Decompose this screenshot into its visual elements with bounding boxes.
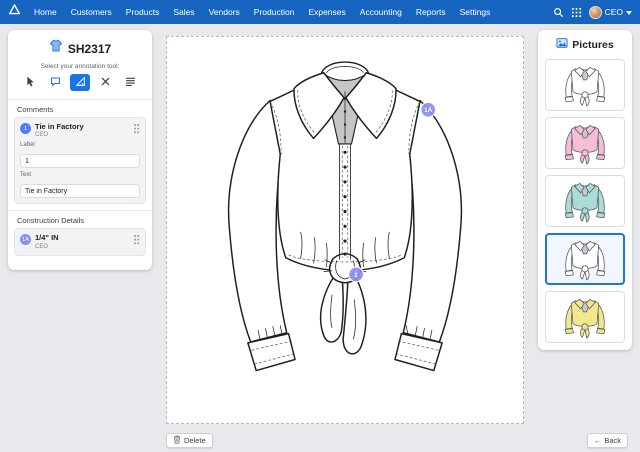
back-arrow-icon: ← bbox=[593, 436, 602, 445]
comment-item[interactable]: 1 Tie in Factory CEO Label Text bbox=[14, 117, 146, 205]
nav-products[interactable]: Products bbox=[119, 0, 167, 24]
comment-tool-button[interactable] bbox=[45, 74, 65, 91]
speech-bubble-icon bbox=[50, 75, 61, 90]
nav-expenses[interactable]: Expenses bbox=[301, 0, 352, 24]
trash-icon bbox=[173, 435, 181, 446]
chevron-down-icon bbox=[626, 7, 632, 17]
main-menu: Home Customers Products Sales Vendors Pr… bbox=[27, 0, 497, 24]
triangle-logo-icon bbox=[8, 3, 21, 21]
comment-badge: 1 bbox=[20, 123, 31, 134]
nav-production[interactable]: Production bbox=[247, 0, 302, 24]
annotation-toolbar bbox=[8, 74, 152, 97]
construction-heading: Construction Details bbox=[17, 216, 85, 226]
pictures-heading: Pictures bbox=[572, 39, 614, 51]
details-tool-button[interactable] bbox=[120, 74, 140, 91]
construction-badge: 1A bbox=[20, 234, 31, 246]
artboard[interactable]: 1A 1 bbox=[166, 36, 524, 424]
comment-title: Tie in Factory bbox=[35, 122, 84, 131]
app-logo[interactable] bbox=[8, 3, 21, 21]
measure-tool-button[interactable] bbox=[70, 74, 90, 91]
ruler-icon bbox=[75, 75, 86, 90]
svg-text:1A: 1A bbox=[424, 108, 432, 114]
pictures-panel: Pictures bbox=[538, 30, 632, 350]
shirt-icon bbox=[49, 39, 63, 58]
construction-item[interactable]: 1A 1/4" IN CEO bbox=[14, 228, 146, 256]
annotation-marker-1[interactable]: 1 bbox=[348, 266, 365, 283]
text-field-label: Text bbox=[20, 172, 32, 179]
picture-thumb-teal[interactable] bbox=[545, 175, 625, 227]
style-number: SH2317 bbox=[67, 41, 112, 56]
picture-thumb-sketch[interactable] bbox=[545, 59, 625, 111]
user-menu[interactable]: CEO bbox=[588, 5, 632, 19]
avatar bbox=[588, 5, 602, 19]
back-button[interactable]: ← Back bbox=[586, 433, 628, 448]
nav-home[interactable]: Home bbox=[27, 0, 64, 24]
nav-reports[interactable]: Reports bbox=[409, 0, 453, 24]
comment-author: CEO bbox=[35, 132, 49, 139]
remove-tool-button[interactable] bbox=[95, 74, 115, 91]
back-button-label: Back bbox=[604, 436, 621, 445]
picture-thumb-pink[interactable] bbox=[545, 117, 625, 169]
top-navbar: Home Customers Products Sales Vendors Pr… bbox=[0, 0, 640, 24]
divider bbox=[8, 210, 152, 212]
tool-prompt: Select your annotation tool: bbox=[40, 63, 120, 70]
label-field-input[interactable] bbox=[20, 154, 140, 169]
comments-heading: Comments bbox=[17, 105, 54, 114]
drag-handle-icon[interactable] bbox=[134, 124, 140, 134]
image-icon bbox=[556, 36, 568, 54]
cursor-icon bbox=[25, 75, 36, 90]
picture-thumb-yellow[interactable] bbox=[545, 291, 625, 343]
label-field-label: Label bbox=[20, 142, 35, 149]
nav-customers[interactable]: Customers bbox=[64, 0, 119, 24]
list-lines-icon bbox=[125, 75, 136, 90]
select-tool-button[interactable] bbox=[20, 74, 40, 91]
canvas-area: 1A 1 bbox=[158, 28, 532, 432]
annotation-marker-1a[interactable]: 1A bbox=[420, 101, 437, 118]
delete-button-label: Delete bbox=[184, 436, 206, 445]
apps-grid-icon[interactable] bbox=[571, 7, 582, 18]
nav-settings[interactable]: Settings bbox=[453, 0, 498, 24]
nav-accounting[interactable]: Accounting bbox=[353, 0, 409, 24]
nav-vendors[interactable]: Vendors bbox=[202, 0, 247, 24]
search-icon[interactable] bbox=[553, 7, 564, 18]
delete-button[interactable]: Delete bbox=[166, 433, 213, 448]
divider bbox=[8, 99, 152, 100]
picture-thumb-white[interactable] bbox=[545, 233, 625, 285]
nav-sales[interactable]: Sales bbox=[166, 0, 201, 24]
drag-handle-icon[interactable] bbox=[134, 235, 140, 245]
construction-title: 1/4" IN bbox=[35, 233, 59, 243]
text-field-input[interactable] bbox=[20, 184, 140, 199]
picture-thumbnails bbox=[545, 59, 625, 343]
user-name: CEO bbox=[604, 7, 623, 17]
annotation-panel: SH2317 Select your annotation tool: Comm… bbox=[8, 30, 152, 270]
x-icon bbox=[100, 75, 111, 90]
construction-author: CEO bbox=[35, 243, 49, 250]
garment-flat-sketch[interactable]: 1A 1 bbox=[197, 45, 493, 415]
